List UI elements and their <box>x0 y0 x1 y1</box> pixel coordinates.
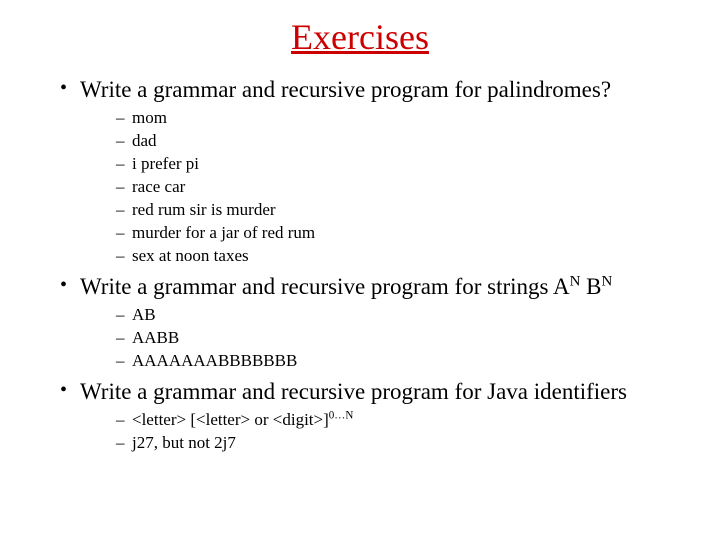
bullet-list: Write a grammar and recursive program fo… <box>20 76 700 454</box>
list-item: <letter> [<letter> or <digit>]0…N <box>116 409 700 431</box>
item-text: red rum sir is murder <box>132 200 276 219</box>
item-text: AB <box>132 305 156 324</box>
item-text: AABB <box>132 328 179 347</box>
list-item: j27, but not 2j7 <box>116 432 700 454</box>
list-item: dad <box>116 130 700 152</box>
sub-list-identifiers: <letter> [<letter> or <digit>]0…N j27, b… <box>80 409 700 454</box>
list-item: sex at noon taxes <box>116 245 700 267</box>
item-text: sex at noon taxes <box>132 246 249 265</box>
superscript-range: 0…N <box>329 410 354 422</box>
sub-list-anbn: AB AABB AAAAAAABBBBBBB <box>80 304 700 372</box>
slide-title: Exercises <box>20 16 700 58</box>
list-item: murder for a jar of red rum <box>116 222 700 244</box>
list-item: mom <box>116 107 700 129</box>
superscript-n1: N <box>570 274 581 290</box>
item-text: murder for a jar of red rum <box>132 223 315 242</box>
item-text-prefix: <letter> [<letter> or <digit>] <box>132 410 329 429</box>
item-text: i prefer pi <box>132 154 199 173</box>
list-item: AB <box>116 304 700 326</box>
list-item: race car <box>116 176 700 198</box>
item-text: race car <box>132 177 185 196</box>
list-item: AAAAAAABBBBBBB <box>116 350 700 372</box>
list-item: i prefer pi <box>116 153 700 175</box>
bullet-text: Write a grammar and recursive program fo… <box>80 77 611 102</box>
bullet-text-prefix: Write a grammar and recursive program fo… <box>80 274 570 299</box>
bullet-text: Write a grammar and recursive program fo… <box>80 379 627 404</box>
bullet-anbn: Write a grammar and recursive program fo… <box>60 273 700 372</box>
list-item: red rum sir is murder <box>116 199 700 221</box>
bullet-identifiers: Write a grammar and recursive program fo… <box>60 378 700 454</box>
bullet-text-mid: B <box>580 274 601 299</box>
superscript-n2: N <box>601 274 612 290</box>
item-text: mom <box>132 108 167 127</box>
sub-list-palindromes: mom dad i prefer pi race car red rum sir… <box>80 107 700 268</box>
item-text: AAAAAAABBBBBBB <box>132 351 297 370</box>
bullet-palindromes: Write a grammar and recursive program fo… <box>60 76 700 267</box>
list-item: AABB <box>116 327 700 349</box>
slide: Exercises Write a grammar and recursive … <box>0 0 720 540</box>
item-text: dad <box>132 131 157 150</box>
item-text: j27, but not 2j7 <box>132 433 236 452</box>
